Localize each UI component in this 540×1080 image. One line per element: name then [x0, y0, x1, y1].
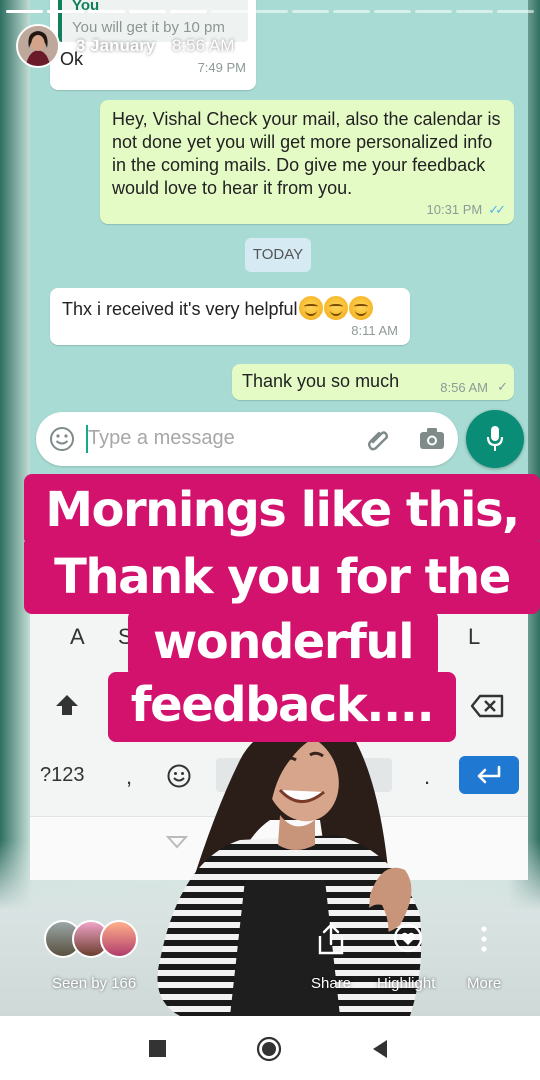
share-icon[interactable]	[316, 922, 346, 956]
caption-text: Mornings like this,	[45, 482, 520, 538]
caption-line-1: Mornings like this,	[24, 474, 540, 546]
symbols-key[interactable]: ?123	[40, 764, 85, 787]
more-dots-icon[interactable]	[479, 925, 489, 953]
message-time: 8:56 AM	[440, 380, 488, 395]
smile-emoji-icon	[323, 296, 348, 320]
double-check-read-icon: ✓✓	[488, 202, 506, 217]
quoted-sender: You	[72, 0, 100, 14]
message-input-bar[interactable]: Type a message	[36, 412, 458, 466]
caption-text: wonderful	[152, 614, 415, 670]
emoji-icon[interactable]	[48, 425, 76, 453]
more-label[interactable]: More	[467, 975, 501, 992]
message-text: Thx i received it's very helpful	[62, 299, 298, 319]
recent-apps-button[interactable]	[149, 1040, 166, 1057]
viewer-avatars[interactable]	[44, 920, 144, 960]
enter-key[interactable]	[459, 756, 519, 794]
story-viewer[interactable]: You You will get it by 10 pm Ok 7:49 PM …	[0, 0, 540, 1016]
caption-line-3: wonderful	[128, 610, 438, 678]
camera-icon[interactable]	[418, 426, 446, 452]
avatar[interactable]	[16, 24, 60, 68]
story-progress-segment	[128, 10, 166, 13]
home-button-icon[interactable]	[256, 1036, 282, 1062]
microphone-button[interactable]	[466, 410, 524, 468]
story-progress-segment	[292, 10, 330, 13]
paperclip-icon[interactable]	[364, 425, 392, 453]
message-text: Hey, Vishal Check your mail, also the ca…	[112, 109, 501, 198]
date-divider: TODAY	[245, 238, 311, 272]
caption-line-2: Thank you for the	[24, 542, 540, 614]
check-sent-icon: ✓	[497, 379, 508, 394]
highlight-label[interactable]: Highlight	[377, 975, 435, 992]
story-progress-segment	[210, 10, 248, 13]
message-time: 8:11 AM	[351, 323, 398, 338]
story-progress	[6, 10, 534, 13]
message-bubble-incoming: Thx i received it's very helpful 8:11 AM	[50, 288, 410, 345]
message-time: 10:31 PM	[426, 202, 483, 217]
system-navigation-bar	[0, 1016, 540, 1080]
smile-emoji-icon	[298, 296, 323, 320]
story-progress-segment	[415, 10, 453, 13]
caption-text: Thank you for the	[54, 549, 511, 605]
share-label[interactable]: Share	[311, 975, 351, 992]
story-progress-segment	[46, 10, 84, 13]
message-bubble-outgoing: Thank you so much 8:56 AM ✓	[232, 364, 514, 400]
story-progress-segment	[251, 10, 289, 13]
highlight-heart-icon[interactable]	[392, 922, 424, 954]
shift-icon[interactable]	[54, 692, 80, 718]
story-progress-segment	[169, 10, 207, 13]
back-button-icon[interactable]	[370, 1038, 390, 1060]
microphone-icon	[486, 426, 504, 451]
story-progress-segment	[6, 10, 43, 13]
message-bubble-outgoing: Hey, Vishal Check your mail, also the ca…	[100, 100, 514, 224]
story-progress-segment	[497, 10, 534, 13]
story-time: 8:56 AM	[172, 36, 235, 55]
enter-arrow-icon	[477, 765, 501, 784]
message-input[interactable]: Type a message	[88, 427, 235, 450]
profile-photo-icon	[18, 26, 58, 66]
story-date: 3 January	[76, 36, 156, 55]
caption-text: feedback....	[130, 677, 435, 733]
backspace-icon[interactable]	[470, 694, 504, 718]
seen-by-label[interactable]: Seen by 166	[52, 975, 136, 992]
person-sticker	[157, 717, 422, 1016]
story-progress-segment	[456, 10, 494, 13]
viewer-avatar	[100, 920, 138, 958]
key-l[interactable]: L	[468, 624, 480, 650]
message-text: Thank you so much	[242, 371, 400, 391]
story-progress-segment	[374, 10, 412, 13]
key-a[interactable]: A	[70, 624, 85, 650]
story-progress-segment	[87, 10, 125, 13]
story-progress-segment	[333, 10, 371, 13]
message-time: 7:49 PM	[197, 60, 246, 75]
smile-emoji-icon	[348, 296, 373, 320]
caption-line-4: feedback....	[108, 672, 456, 742]
